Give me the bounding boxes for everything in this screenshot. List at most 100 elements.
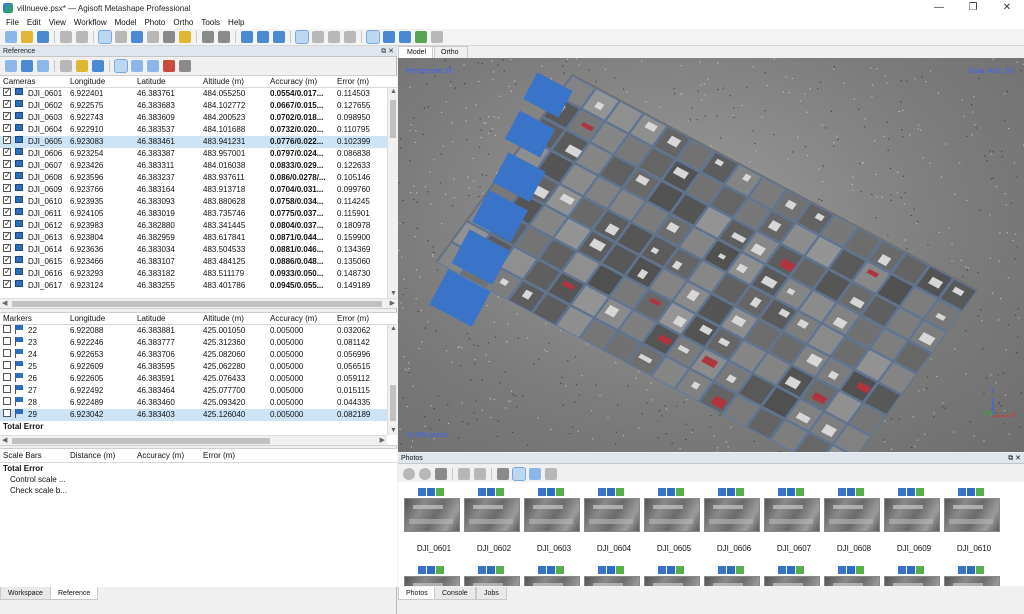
undo-icon[interactable] — [60, 31, 72, 43]
camera-row[interactable]: DJI_0603 6.922743 46.383609 484.200523 0.070… — [0, 110, 397, 124]
scroll-down-icon[interactable]: ▼ — [390, 427, 397, 435]
camera-row[interactable]: DJI_0612 6.923983 46.382880 483.341445 0.080… — [0, 218, 397, 232]
menu-photo[interactable]: Photo — [140, 16, 169, 29]
photo-thumbnail[interactable] — [464, 560, 522, 586]
camera-accuracy[interactable]: 0.0833/0.029... — [270, 160, 323, 172]
camera-latitude[interactable]: 46.383093 — [137, 196, 175, 208]
marker-latitude[interactable]: 46.383460 — [137, 397, 175, 409]
marker-latitude[interactable]: 46.383881 — [137, 325, 175, 337]
menu-model[interactable]: Model — [111, 16, 141, 29]
rectangle-selection-icon[interactable] — [115, 31, 127, 43]
marker-longitude[interactable]: 6.922088 — [70, 325, 103, 337]
camera-checkbox[interactable] — [3, 110, 11, 122]
camera-altitude[interactable]: 483.941231 — [203, 136, 245, 148]
col-altitude[interactable]: Altitude (m) — [203, 76, 244, 88]
camera-checkbox[interactable] — [3, 182, 11, 194]
col-error[interactable]: Error (m) — [337, 313, 369, 325]
remove-camera-icon[interactable] — [435, 467, 447, 480]
camera-longitude[interactable]: 6.923804 — [70, 232, 103, 244]
view-errors-icon[interactable] — [147, 60, 159, 72]
marker-row[interactable]: 26 6.922605 46.383591 425.076433 0.005000 0.0… — [0, 373, 397, 385]
marker-longitude[interactable]: 6.922489 — [70, 397, 103, 409]
model-view-icon[interactable] — [312, 31, 324, 43]
camera-latitude[interactable]: 46.383107 — [137, 256, 175, 268]
camera-row[interactable]: DJI_0601 6.922401 46.383761 484.055250 0.055… — [0, 86, 397, 100]
camera-altitude[interactable]: 483.957001 — [203, 148, 245, 160]
camera-latitude[interactable]: 46.383164 — [137, 184, 175, 196]
menu-workflow[interactable]: Workflow — [70, 16, 111, 29]
tab-photos[interactable]: Photos — [398, 587, 436, 600]
marker-altitude[interactable]: 425.126040 — [203, 409, 245, 421]
marker-longitude[interactable]: 6.923042 — [70, 409, 103, 421]
camera-longitude[interactable]: 6.922401 — [70, 88, 103, 100]
menu-edit[interactable]: Edit — [23, 16, 45, 29]
marker-checkbox[interactable] — [3, 337, 11, 345]
marker-accuracy[interactable]: 0.005000 — [270, 325, 303, 337]
camera-latitude[interactable]: 46.383255 — [137, 280, 175, 292]
rotate-left-icon[interactable] — [458, 467, 470, 480]
convert-reference-icon[interactable] — [60, 60, 72, 72]
scroll-up-icon[interactable]: ▲ — [390, 325, 397, 333]
menu-help[interactable]: Help — [224, 16, 248, 29]
marker-row[interactable]: 28 6.922489 46.383460 425.093420 0.005000 0.0… — [0, 397, 397, 409]
rotate-right-icon[interactable] — [474, 467, 486, 480]
point-cloud-view-icon[interactable] — [295, 30, 309, 44]
camera-row[interactable]: DJI_0613 6.923804 46.382959 483.617841 0.087… — [0, 230, 397, 244]
marker-longitude[interactable]: 6.922653 — [70, 349, 103, 361]
photo-thumbnail[interactable] — [884, 560, 942, 586]
marker-latitude[interactable]: 46.383464 — [137, 385, 175, 397]
show-region-icon[interactable] — [415, 31, 427, 43]
camera-longitude[interactable]: 6.923636 — [70, 244, 103, 256]
camera-altitude[interactable]: 483.484125 — [203, 256, 245, 268]
camera-altitude[interactable]: 484.102772 — [203, 100, 245, 112]
view-variance-icon[interactable] — [163, 60, 175, 72]
marker-row[interactable]: 27 6.922492 46.383464 425.077700 0.005000 0.0… — [0, 385, 397, 397]
menu-view[interactable]: View — [45, 16, 70, 29]
camera-accuracy[interactable]: 0.0732/0.020... — [270, 124, 323, 136]
tab-workspace[interactable]: Workspace — [0, 587, 51, 600]
camera-accuracy[interactable]: 0.086/0.0278/... — [270, 172, 326, 184]
col-scale-bars[interactable]: Scale Bars — [3, 449, 42, 463]
photo-thumbnail[interactable] — [524, 560, 582, 586]
shading-icon[interactable] — [328, 31, 340, 43]
ruler-icon[interactable] — [179, 31, 191, 43]
camera-longitude[interactable]: 6.922743 — [70, 112, 103, 124]
marker-checkbox[interactable] — [3, 325, 11, 333]
detail-view-icon[interactable] — [529, 467, 541, 480]
marker-checkbox[interactable] — [3, 409, 11, 417]
optimize-cameras-icon[interactable] — [76, 60, 88, 72]
marker-longitude[interactable]: 6.922609 — [70, 361, 103, 373]
marker-longitude[interactable]: 6.922492 — [70, 385, 103, 397]
new-project-icon[interactable] — [5, 31, 17, 43]
camera-longitude[interactable]: 6.923983 — [70, 220, 103, 232]
view-estimated-icon[interactable] — [131, 60, 143, 72]
col-error[interactable]: Error (m) — [203, 449, 235, 463]
camera-latitude[interactable]: 46.383461 — [137, 136, 175, 148]
camera-altitude[interactable]: 483.511179 — [203, 268, 244, 280]
camera-longitude[interactable]: 6.923596 — [70, 172, 103, 184]
camera-row[interactable]: DJI_0602 6.922575 46.383683 484.102772 0.066… — [0, 98, 397, 112]
camera-row[interactable]: DJI_0606 6.923254 46.383387 483.957001 0.079… — [0, 146, 397, 160]
camera-checkbox[interactable] — [3, 158, 11, 170]
tab-jobs[interactable]: Jobs — [476, 587, 507, 600]
camera-latitude[interactable]: 46.383609 — [137, 112, 175, 124]
marker-accuracy[interactable]: 0.005000 — [270, 349, 303, 361]
camera-altitude[interactable]: 483.913718 — [203, 184, 245, 196]
marker-row[interactable]: 29 6.923042 46.383403 425.126040 0.005000 0.0… — [0, 409, 397, 421]
thumbnail-view-icon[interactable] — [512, 466, 526, 481]
scroll-left-icon[interactable]: ◀ — [2, 300, 7, 308]
camera-altitude[interactable]: 484.016038 — [203, 160, 245, 172]
marker-checkbox[interactable] — [3, 373, 11, 381]
marker-checkbox[interactable] — [3, 349, 11, 357]
menu-file[interactable]: File — [2, 16, 23, 29]
camera-altitude[interactable]: 483.735746 — [203, 208, 245, 220]
camera-row[interactable]: DJI_0617 6.923124 46.383255 483.401786 0.094… — [0, 278, 397, 292]
photo-thumbnail[interactable]: DJI_0607 — [764, 482, 822, 553]
markers-horizontal-scrollbar[interactable]: ◀ ▶ — [0, 435, 387, 445]
view-source-icon[interactable] — [114, 59, 128, 73]
photo-thumbnail[interactable]: DJI_0606 — [704, 482, 762, 553]
camera-checkbox[interactable] — [3, 122, 11, 134]
cameras-horizontal-scrollbar[interactable]: ◀ ▶ — [0, 298, 397, 308]
camera-row[interactable]: DJI_0609 6.923766 46.383164 483.913718 0.070… — [0, 182, 397, 196]
marker-row[interactable]: 25 6.922609 46.383595 425.062280 0.005000 0.0… — [0, 361, 397, 373]
